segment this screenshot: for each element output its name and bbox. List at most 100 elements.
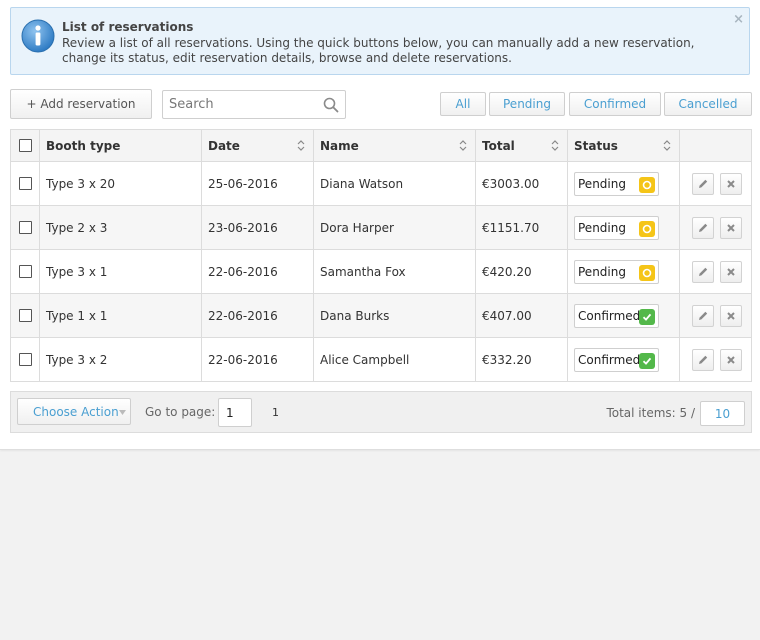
chevron-down-icon <box>119 410 126 415</box>
row-checkbox[interactable] <box>18 309 32 322</box>
status-label: Pending <box>578 264 626 279</box>
total-cell: €3003.00 <box>475 162 567 205</box>
reservations-table: Booth type Date Name Total Status Type 3… <box>10 129 752 382</box>
delete-button[interactable] <box>719 260 742 283</box>
date-cell: 23-06-2016 <box>201 206 313 249</box>
status-label: Pending <box>578 220 626 235</box>
filter-confirmed-button[interactable]: Confirmed <box>569 92 661 116</box>
header-name-label: Name <box>320 138 359 153</box>
reservations-panel: List of reservations Review a list of al… <box>0 0 760 450</box>
header-status[interactable]: Status <box>567 130 679 161</box>
goto-page-input[interactable] <box>218 398 252 427</box>
filter-cancelled-button[interactable]: Cancelled <box>664 92 752 116</box>
select-all-checkbox[interactable] <box>18 139 32 152</box>
name-cell: Samantha Fox <box>313 250 475 293</box>
delete-button[interactable] <box>719 304 742 327</box>
row-select-cell <box>11 162 39 205</box>
booth-type-cell: Type 3 x 2 <box>39 338 201 381</box>
close-icon[interactable]: × <box>733 12 744 27</box>
total-cell: €420.20 <box>475 250 567 293</box>
header-total-label: Total <box>482 138 515 153</box>
edit-button[interactable] <box>691 172 714 195</box>
pencil-icon <box>698 355 707 364</box>
status-cell: Pending <box>567 162 679 205</box>
status-dropdown[interactable]: Pending <box>574 215 659 240</box>
booth-type-cell: Type 3 x 20 <box>39 162 201 205</box>
table-row: Type 2 x 3 23-06-2016 Dora Harper €1151.… <box>11 205 751 249</box>
sort-icon[interactable] <box>459 140 467 151</box>
row-checkbox[interactable] <box>18 353 32 366</box>
sort-icon[interactable] <box>297 140 305 151</box>
total-cell: €1151.70 <box>475 206 567 249</box>
items-per-page-select[interactable]: 10 <box>700 401 745 426</box>
status-label: Pending <box>578 176 626 191</box>
checkmark-icon <box>639 308 655 325</box>
header-date-label: Date <box>208 138 240 153</box>
close-icon <box>726 311 735 320</box>
actions-cell <box>679 206 753 249</box>
header-total[interactable]: Total <box>475 130 567 161</box>
booth-type-cell: Type 2 x 3 <box>39 206 201 249</box>
choose-action-dropdown[interactable]: Choose Action <box>17 398 131 425</box>
table-header: Booth type Date Name Total Status <box>11 130 751 161</box>
search-icon[interactable] <box>323 97 339 113</box>
pending-icon <box>639 176 655 193</box>
row-checkbox[interactable] <box>18 221 32 234</box>
row-checkbox[interactable] <box>18 177 32 190</box>
table-row: Type 3 x 2 22-06-2016 Alice Campbell €33… <box>11 337 751 381</box>
row-checkbox[interactable] <box>18 265 32 278</box>
filter-pending-button[interactable]: Pending <box>489 92 565 116</box>
filter-all-button[interactable]: All <box>440 92 486 116</box>
table-row: Type 3 x 20 25-06-2016 Diana Watson €300… <box>11 161 751 205</box>
status-cell: Pending <box>567 250 679 293</box>
header-date[interactable]: Date <box>201 130 313 161</box>
search-input[interactable] <box>163 91 313 118</box>
table-footer: Choose Action Go to page: 1 Total items:… <box>10 391 752 433</box>
status-cell: Confirmed <box>567 294 679 337</box>
delete-button[interactable] <box>719 348 742 371</box>
name-cell: Alice Campbell <box>313 338 475 381</box>
header-actions <box>679 130 753 161</box>
status-label: Confirmed <box>578 352 641 367</box>
status-dropdown[interactable]: Pending <box>574 171 659 196</box>
edit-button[interactable] <box>691 260 714 283</box>
status-label: Confirmed <box>578 308 641 323</box>
header-name[interactable]: Name <box>313 130 475 161</box>
edit-button[interactable] <box>691 348 714 371</box>
status-cell: Confirmed <box>567 338 679 381</box>
header-booth-type: Booth type <box>39 130 201 161</box>
delete-button[interactable] <box>719 172 742 195</box>
status-cell: Pending <box>567 206 679 249</box>
booth-type-cell: Type 1 x 1 <box>39 294 201 337</box>
sort-icon[interactable] <box>663 140 671 151</box>
info-description: Review a list of all reservations. Using… <box>62 36 695 65</box>
total-cell: €332.20 <box>475 338 567 381</box>
header-status-label: Status <box>574 138 618 153</box>
goto-page-label: Go to page: <box>145 405 216 419</box>
actions-cell <box>679 294 753 337</box>
row-select-cell <box>11 338 39 381</box>
header-booth-type-label: Booth type <box>46 138 121 153</box>
table-row: Type 3 x 1 22-06-2016 Samantha Fox €420.… <box>11 249 751 293</box>
name-cell: Diana Watson <box>313 162 475 205</box>
date-cell: 22-06-2016 <box>201 338 313 381</box>
date-cell: 25-06-2016 <box>201 162 313 205</box>
delete-button[interactable] <box>719 216 742 239</box>
choose-action-label: Choose Action <box>33 404 119 419</box>
row-select-cell <box>11 206 39 249</box>
table-row: Type 1 x 1 22-06-2016 Dana Burks €407.00… <box>11 293 751 337</box>
row-select-cell <box>11 250 39 293</box>
edit-button[interactable] <box>691 304 714 327</box>
status-dropdown[interactable]: Confirmed <box>574 303 659 328</box>
sort-icon[interactable] <box>551 140 559 151</box>
edit-button[interactable] <box>691 216 714 239</box>
status-dropdown[interactable]: Confirmed <box>574 347 659 372</box>
status-dropdown[interactable]: Pending <box>574 259 659 284</box>
search-box <box>162 90 346 119</box>
actions-cell <box>679 162 753 205</box>
info-icon <box>21 19 55 53</box>
name-cell: Dana Burks <box>313 294 475 337</box>
add-reservation-button[interactable]: + Add reservation <box>10 89 152 119</box>
close-icon <box>726 355 735 364</box>
total-pages: 1 <box>272 406 279 419</box>
